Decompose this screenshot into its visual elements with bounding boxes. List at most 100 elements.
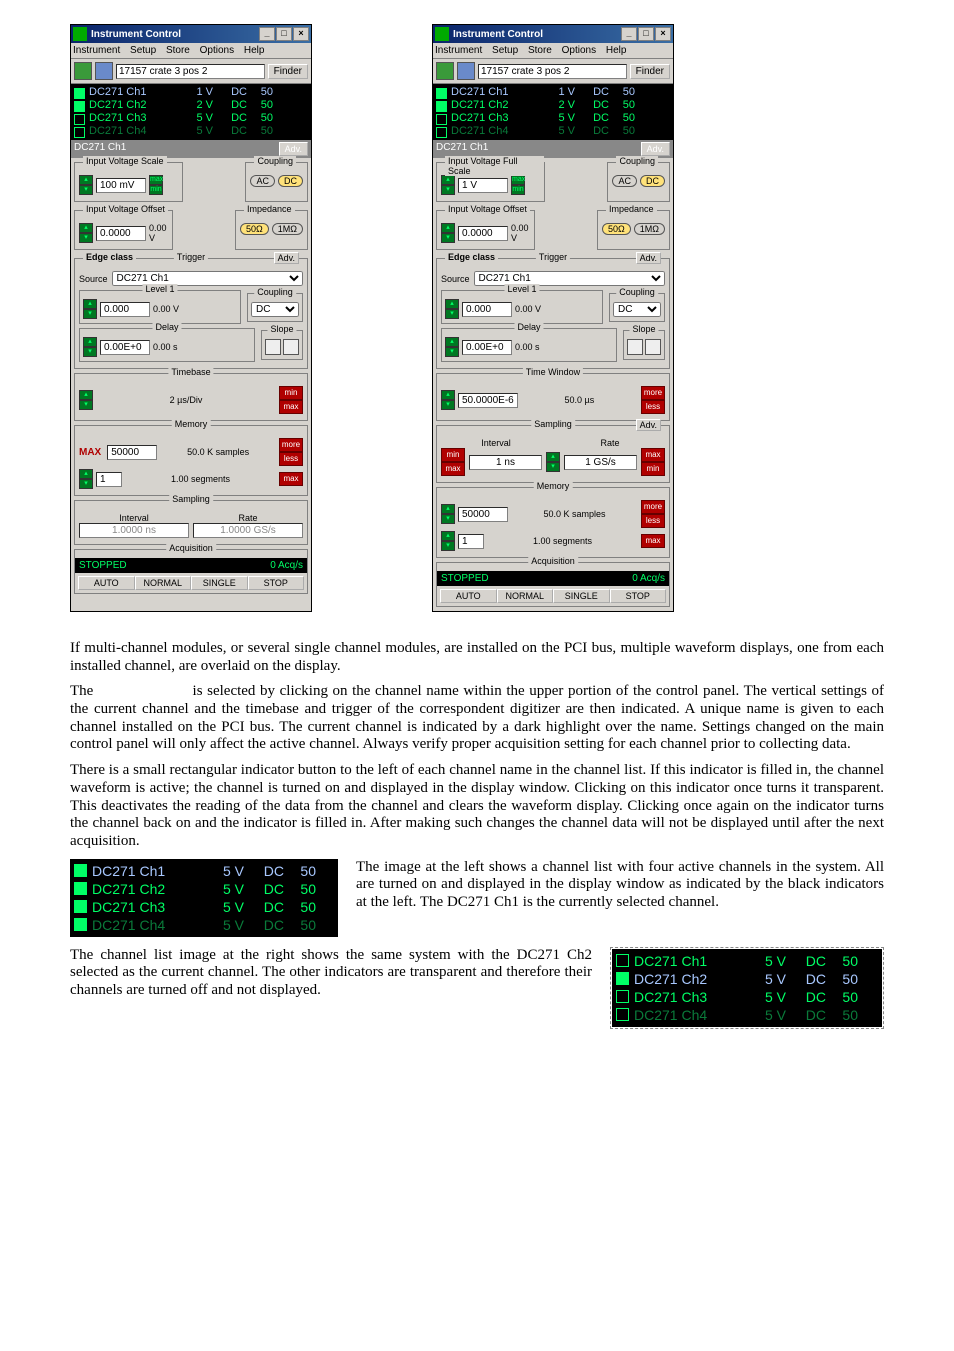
mem-stepper[interactable]: ▴▾ [441, 504, 455, 524]
channel-name[interactable]: DC271 Ch1 [92, 863, 204, 879]
channel-indicator[interactable] [74, 864, 87, 877]
sampling-adv[interactable]: Adv. [636, 419, 661, 431]
normal-button[interactable]: NORMAL [135, 576, 192, 590]
adv-button[interactable]: Adv. [279, 142, 308, 156]
tb-min[interactable]: min [279, 386, 303, 400]
level-stepper[interactable]: ▴▾ [445, 299, 459, 319]
stop-button[interactable]: STOP [610, 589, 667, 603]
adv-button[interactable]: Adv. [641, 142, 670, 156]
fifty-button[interactable]: 50Ω [602, 223, 631, 235]
ivs-value[interactable]: 1 V [458, 178, 508, 193]
channel-name[interactable]: DC271 Ch4 [89, 125, 173, 138]
ac-button[interactable]: AC [250, 175, 275, 187]
single-button[interactable]: SINGLE [553, 589, 610, 603]
scan-icon[interactable] [95, 62, 113, 80]
tw-value[interactable]: 50.0000E-6 [458, 393, 518, 408]
ivs-stepper[interactable]: ▴▾ [79, 175, 93, 195]
mem-value[interactable]: 50000 [458, 507, 508, 522]
channel-name[interactable]: DC271 Ch2 [451, 99, 535, 112]
menu-help[interactable]: Help [244, 45, 265, 56]
timebase-stepper[interactable]: ▴▾ [79, 390, 93, 410]
fifty-button[interactable]: 50Ω [240, 223, 269, 235]
rate-value[interactable]: 1 GS/s [564, 455, 637, 470]
tw-more[interactable]: more [641, 386, 665, 400]
slope-rise[interactable] [627, 339, 643, 355]
ivo-value[interactable]: 0.0000 [96, 226, 146, 241]
channel-indicator[interactable] [616, 990, 629, 1003]
menu-setup[interactable]: Setup [492, 45, 518, 56]
mem-more[interactable]: more [279, 438, 303, 452]
delay-value[interactable]: 0.00E+0 [462, 340, 512, 355]
menu-options[interactable]: Options [562, 45, 596, 56]
channel-name[interactable]: DC271 Ch2 [89, 99, 173, 112]
channel-indicator[interactable] [74, 882, 87, 895]
intv-max[interactable]: max [441, 462, 465, 476]
titlebar[interactable]: Instrument Control _ □ × [433, 25, 673, 43]
slope-rise[interactable] [265, 339, 281, 355]
scan-icon[interactable] [457, 62, 475, 80]
ivs-maxmin[interactable]: maxmin [149, 175, 163, 195]
channel-name[interactable]: DC271 Ch2 [634, 971, 746, 987]
lvl-coupling-select[interactable]: DC [613, 302, 661, 317]
channel-name[interactable]: DC271 Ch4 [92, 917, 204, 933]
interval-value[interactable]: 1 ns [469, 455, 542, 470]
seg-value[interactable]: 1 [96, 472, 122, 487]
channel-name[interactable]: DC271 Ch1 [451, 86, 535, 99]
ivs-stepper[interactable]: ▴▾ [441, 175, 455, 195]
channel-name[interactable]: DC271 Ch1 [89, 86, 173, 99]
channel-indicator[interactable] [436, 114, 447, 125]
auto-button[interactable]: AUTO [440, 589, 497, 603]
mem-more[interactable]: more [641, 500, 665, 514]
menu-store[interactable]: Store [166, 45, 190, 56]
finder-button[interactable]: Finder [630, 64, 670, 79]
lvl-coupling-select[interactable]: DC [251, 302, 299, 317]
channel-indicator[interactable] [74, 114, 85, 125]
device-icon[interactable] [436, 62, 454, 80]
trigger-adv[interactable]: Adv. [274, 252, 299, 264]
onem-button[interactable]: 1MΩ [634, 223, 665, 235]
device-field[interactable]: 17157 crate 3 pos 2 [116, 64, 265, 79]
device-field[interactable]: 17157 crate 3 pos 2 [478, 64, 627, 79]
ac-button[interactable]: AC [612, 175, 637, 187]
menu-options[interactable]: Options [200, 45, 234, 56]
menu-store[interactable]: Store [528, 45, 552, 56]
menu-instrument[interactable]: Instrument [73, 45, 120, 56]
menu-help[interactable]: Help [606, 45, 627, 56]
rate-min[interactable]: min [641, 462, 665, 476]
channel-indicator[interactable] [74, 900, 87, 913]
rate-max[interactable]: max [641, 448, 665, 462]
seg-stepper[interactable]: ▴▾ [79, 469, 93, 489]
channel-name[interactable]: DC271 Ch2 [92, 881, 204, 897]
channel-name[interactable]: DC271 Ch3 [451, 112, 535, 125]
close-button[interactable]: × [655, 27, 671, 41]
finder-button[interactable]: Finder [268, 64, 308, 79]
slope-fall[interactable] [283, 339, 299, 355]
channel-name[interactable]: DC271 Ch4 [634, 1007, 746, 1023]
normal-button[interactable]: NORMAL [497, 589, 554, 603]
maximize-button[interactable]: □ [638, 27, 654, 41]
channel-indicator[interactable] [74, 101, 85, 112]
seg-stepper[interactable]: ▴▾ [441, 531, 455, 551]
channel-indicator[interactable] [436, 101, 447, 112]
dc-button[interactable]: DC [278, 175, 303, 187]
channel-indicator[interactable] [74, 918, 87, 931]
auto-button[interactable]: AUTO [78, 576, 135, 590]
mem-less[interactable]: less [279, 452, 303, 466]
mem-less[interactable]: less [641, 514, 665, 528]
seg-max[interactable]: max [279, 472, 303, 486]
level-stepper[interactable]: ▴▾ [83, 299, 97, 319]
channel-indicator[interactable] [436, 127, 447, 138]
level-value[interactable]: 0.000 [462, 302, 512, 317]
channel-indicator[interactable] [616, 972, 629, 985]
channel-indicator[interactable] [74, 88, 85, 99]
menu-instrument[interactable]: Instrument [435, 45, 482, 56]
slope-fall[interactable] [645, 339, 661, 355]
dc-button[interactable]: DC [640, 175, 665, 187]
ivo-value[interactable]: 0.0000 [458, 226, 508, 241]
tw-less[interactable]: less [641, 400, 665, 414]
delay-value[interactable]: 0.00E+0 [100, 340, 150, 355]
single-button[interactable]: SINGLE [191, 576, 248, 590]
channel-indicator[interactable] [616, 1008, 629, 1021]
source-select[interactable]: DC271 Ch1 [112, 271, 303, 286]
ivo-stepper[interactable]: ▴▾ [441, 223, 455, 243]
